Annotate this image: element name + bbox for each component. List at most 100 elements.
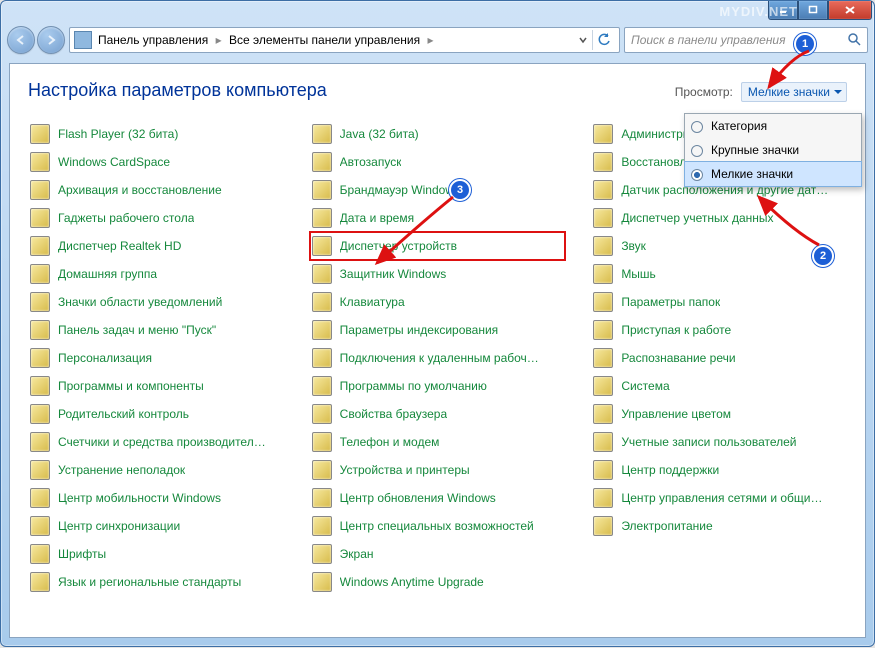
view-selected: Мелкие значки xyxy=(748,85,830,99)
app-icon xyxy=(312,236,332,256)
app-icon xyxy=(312,180,332,200)
app-icon xyxy=(593,376,613,396)
view-menu-small[interactable]: Мелкие значки xyxy=(684,161,862,187)
cp-item-fonts[interactable]: Шрифты xyxy=(28,540,284,568)
minimize-button[interactable] xyxy=(768,1,798,20)
app-icon xyxy=(593,236,613,256)
app-icon xyxy=(312,124,332,144)
address-dropdown[interactable] xyxy=(576,31,590,49)
app-icon xyxy=(30,460,50,480)
cp-item-personalization[interactable]: Персонализация xyxy=(28,344,284,372)
cp-item-datetime[interactable]: Дата и время xyxy=(310,204,566,232)
cp-item-defender[interactable]: Защитник Windows xyxy=(310,260,566,288)
cp-item-action[interactable]: Центр поддержки xyxy=(591,456,847,484)
address-bar[interactable]: Панель управления ▸ Все элементы панели … xyxy=(69,27,620,53)
cp-item-parental[interactable]: Родительский контроль xyxy=(28,400,284,428)
nav-toolbar: Панель управления ▸ Все элементы панели … xyxy=(7,25,868,55)
cp-item-firewall[interactable]: Брандмауэр Windows xyxy=(310,176,566,204)
cp-item-phone[interactable]: Телефон и модем xyxy=(310,428,566,456)
cp-item-anytime[interactable]: Windows Anytime Upgrade xyxy=(310,568,566,596)
cp-item-devprinters[interactable]: Устройства и принтеры xyxy=(310,456,566,484)
cp-item-perf[interactable]: Счетчики и средства производител… xyxy=(28,428,284,456)
crumb-2[interactable]: Все элементы панели управления xyxy=(229,33,420,47)
cp-item-getting-started[interactable]: Приступая к работе xyxy=(591,316,847,344)
crumb-1[interactable]: Панель управления xyxy=(98,33,208,47)
app-icon xyxy=(312,208,332,228)
cp-item-taskbar[interactable]: Панель задач и меню "Пуск" xyxy=(28,316,284,344)
cp-item-system[interactable]: Система xyxy=(591,372,847,400)
cp-item-easeaccess[interactable]: Центр специальных возможностей xyxy=(310,512,566,540)
view-menu-category[interactable]: Категория xyxy=(685,114,861,138)
app-icon xyxy=(593,152,613,172)
app-icon xyxy=(593,264,613,284)
app-icon xyxy=(593,320,613,340)
app-icon xyxy=(30,432,50,452)
cp-item-power[interactable]: Электропитание xyxy=(591,512,847,540)
cp-item-keyboard[interactable]: Клавиатура xyxy=(310,288,566,316)
cp-item-rdp[interactable]: Подключения к удаленным рабоч… xyxy=(310,344,566,372)
titlebar xyxy=(1,1,874,25)
cp-item-internet[interactable]: Свойства браузера xyxy=(310,400,566,428)
back-button[interactable] xyxy=(7,26,35,54)
cp-item-gadgets[interactable]: Гаджеты рабочего стола xyxy=(28,204,284,232)
crumb-sep-2[interactable]: ▸ xyxy=(427,33,433,47)
cp-item-folder[interactable]: Параметры папок xyxy=(591,288,847,316)
app-icon xyxy=(312,572,332,592)
cp-item-speech[interactable]: Распознавание речи xyxy=(591,344,847,372)
maximize-button[interactable] xyxy=(798,1,828,20)
app-icon xyxy=(593,124,613,144)
app-icon xyxy=(593,404,613,424)
cp-item-region[interactable]: Язык и региональные стандарты xyxy=(28,568,284,596)
search-input[interactable]: Поиск в панели управления xyxy=(624,27,868,53)
close-button[interactable] xyxy=(828,1,872,20)
heading-row: Настройка параметров компьютера Просмотр… xyxy=(10,64,865,106)
caption-buttons xyxy=(768,1,872,20)
cp-item-device-manager[interactable]: Диспетчер устройств xyxy=(310,232,566,260)
app-icon xyxy=(312,516,332,536)
cp-item-troubleshoot[interactable]: Устранение неполадок xyxy=(28,456,284,484)
cp-item-flash-player[interactable]: Flash Player (32 бита) xyxy=(28,120,284,148)
app-icon xyxy=(312,264,332,284)
view-menu-large[interactable]: Крупные значки xyxy=(685,138,861,162)
cp-item-sound[interactable]: Звук xyxy=(591,232,847,260)
cp-item-realtek[interactable]: Диспетчер Realtek HD xyxy=(28,232,284,260)
cp-item-update[interactable]: Центр обновления Windows xyxy=(310,484,566,512)
cp-item-tray-icons[interactable]: Значки области уведомлений xyxy=(28,288,284,316)
cp-item-mouse[interactable]: Мышь xyxy=(591,260,847,288)
cp-item-indexing[interactable]: Параметры индексирования xyxy=(310,316,566,344)
cp-item-users[interactable]: Учетные записи пользователей xyxy=(591,428,847,456)
app-icon xyxy=(30,124,50,144)
cp-item-sync[interactable]: Центр синхронизации xyxy=(28,512,284,540)
view-select[interactable]: Мелкие значки xyxy=(741,82,847,102)
app-icon xyxy=(593,348,613,368)
app-icon xyxy=(30,236,50,256)
search-icon xyxy=(847,32,861,49)
app-icon xyxy=(312,544,332,564)
cp-item-defaults[interactable]: Программы по умолчанию xyxy=(310,372,566,400)
app-icon xyxy=(30,292,50,312)
refresh-button[interactable] xyxy=(592,30,615,50)
control-panel-icon xyxy=(74,31,92,49)
forward-button[interactable] xyxy=(37,26,65,54)
cp-item-display[interactable]: Экран xyxy=(310,540,566,568)
cp-item-network[interactable]: Центр управления сетями и общи… xyxy=(591,484,847,512)
view-menu: Категория Крупные значки Мелкие значки xyxy=(684,113,862,187)
cp-item-programs[interactable]: Программы и компоненты xyxy=(28,372,284,400)
address-right xyxy=(576,30,615,50)
app-icon xyxy=(312,488,332,508)
radio-icon xyxy=(691,169,703,181)
cp-item-homegroup[interactable]: Домашняя группа xyxy=(28,260,284,288)
app-icon xyxy=(312,460,332,480)
cp-item-backup[interactable]: Архивация и восстановление xyxy=(28,176,284,204)
cp-item-autoplay[interactable]: Автозапуск xyxy=(310,148,566,176)
cp-item-java[interactable]: Java (32 бита) xyxy=(310,120,566,148)
cp-item-mobility[interactable]: Центр мобильности Windows xyxy=(28,484,284,512)
app-icon xyxy=(593,460,613,480)
cp-item-credential[interactable]: Диспетчер учетных данных xyxy=(591,204,847,232)
cp-item-color[interactable]: Управление цветом xyxy=(591,400,847,428)
breadcrumb[interactable]: Панель управления ▸ Все элементы панели … xyxy=(98,33,437,47)
cp-item-cardspace[interactable]: Windows CardSpace xyxy=(28,148,284,176)
search-placeholder: Поиск в панели управления xyxy=(631,33,786,47)
radio-icon xyxy=(691,145,703,157)
crumb-sep-1[interactable]: ▸ xyxy=(216,33,222,47)
